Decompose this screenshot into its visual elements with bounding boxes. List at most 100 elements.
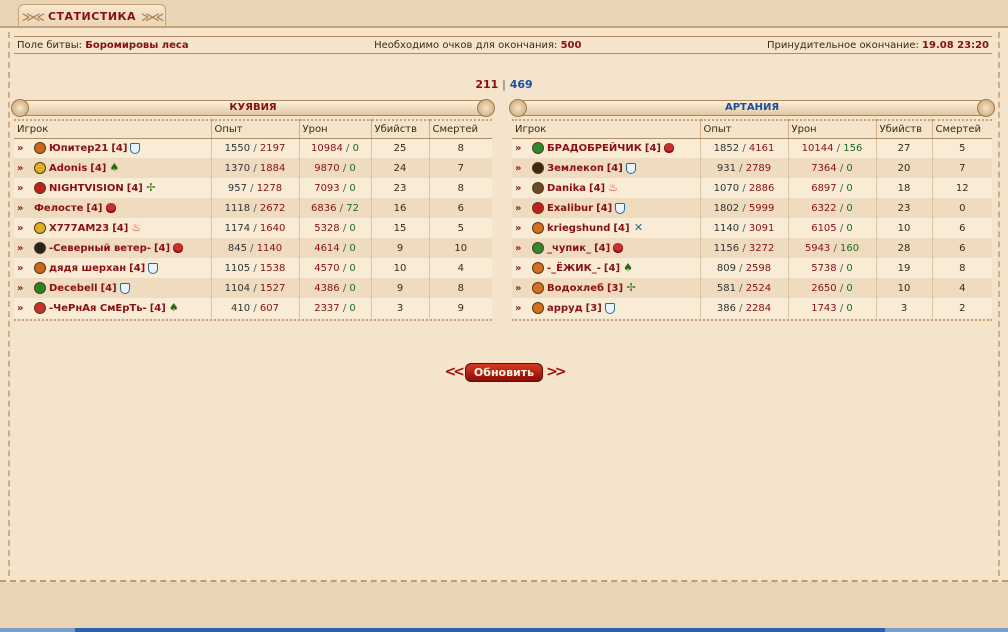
kills-cell: 27 [875, 138, 932, 158]
info-arrows-icon[interactable]: » [17, 143, 31, 154]
tab-statistics[interactable]: ≫≪ СТАТИСТИКА ≫≪ [18, 4, 166, 28]
player-name[interactable]: -Северный ветер- [49, 243, 151, 254]
col-exp[interactable]: Опыт [210, 119, 299, 139]
col-deaths[interactable]: Смертей [931, 119, 992, 139]
col-player[interactable]: Игрок [512, 119, 700, 139]
info-arrows-icon[interactable]: » [515, 163, 529, 174]
info-arrows-icon[interactable]: » [515, 183, 529, 194]
info-arrows-icon[interactable]: » [17, 183, 31, 194]
col-deaths[interactable]: Смертей [428, 119, 492, 139]
orange-drop-icon[interactable] [34, 262, 46, 274]
info-arrows-icon[interactable]: » [515, 203, 529, 214]
cross-emblem-icon[interactable] [532, 182, 544, 194]
exp-sep: / [739, 282, 743, 294]
info-arrows-icon[interactable]: » [17, 283, 31, 294]
tree-icon: ♠ [623, 261, 633, 274]
player-name[interactable]: Землекоп [547, 163, 604, 174]
info-arrows-icon[interactable]: » [515, 283, 529, 294]
swords-icon: ✕ [633, 221, 644, 234]
player-name[interactable]: X777AM23 [49, 223, 109, 234]
player-name[interactable]: kriegshund [547, 223, 610, 234]
orange-emblem-icon[interactable] [532, 222, 544, 234]
col-damage[interactable]: Урон [298, 119, 371, 139]
orange-emblem-icon[interactable] [532, 282, 544, 294]
kills-cell: 3 [370, 298, 429, 318]
col-damage[interactable]: Урон [787, 119, 876, 139]
damage-cell: 5943 / 160 [787, 238, 876, 258]
team-score: 211 | 469 [0, 78, 1008, 91]
player-name[interactable]: дядя шерхан [49, 263, 126, 274]
tab-ornament-left: ≫≪ [21, 9, 45, 24]
player-name[interactable]: NIGHTVISION [49, 183, 124, 194]
exp-current: 1156 [713, 242, 740, 254]
info-arrows-icon[interactable]: » [17, 303, 31, 314]
green-emblem-icon[interactable] [532, 242, 544, 254]
exp-cell: 410 / 607 [210, 298, 299, 318]
crown-icon[interactable] [532, 162, 544, 174]
exp-cell: 581 / 2524 [699, 278, 788, 298]
refresh-button[interactable]: Обновить [464, 362, 544, 382]
orange-emblem-icon[interactable] [532, 262, 544, 274]
player-name[interactable]: арруд [547, 303, 583, 314]
info-arrows-icon[interactable]: » [515, 303, 529, 314]
green-shield-icon[interactable] [34, 282, 46, 294]
player-cell: » Danika [4] ♨ [512, 178, 700, 198]
orange-emblem-icon[interactable] [532, 302, 544, 314]
feather-icon[interactable] [34, 242, 46, 254]
orange-drop-icon[interactable] [34, 142, 46, 155]
player-name[interactable]: Фелосте [34, 203, 83, 214]
green-emblem-icon[interactable] [532, 142, 544, 155]
damage-dealt: 5943 [804, 242, 831, 254]
team-rows: » Юпитер21 [4] 1550 / 2197 10984 / 0 25 8» Adon… [14, 138, 492, 318]
exp-cell: 1140 / 3091 [699, 218, 788, 238]
exp-total: 1538 [259, 262, 286, 274]
player-name[interactable]: Водохлеб [547, 283, 604, 294]
player-cell: » kriegshund [4] ✕ [512, 218, 700, 238]
info-arrows-icon[interactable]: » [17, 203, 31, 214]
player-name[interactable]: Adonis [49, 163, 87, 174]
info-arrows-icon[interactable]: » [17, 163, 31, 174]
kills-cell: 16 [370, 198, 429, 218]
table-row: » -Северный ветер- [4] 845 / 1140 4614 / 091… [14, 238, 492, 258]
info-arrows-icon[interactable]: » [515, 223, 529, 234]
crest-icon[interactable] [34, 302, 46, 314]
red-shield-icon[interactable] [532, 202, 544, 214]
col-kills[interactable]: Убийств [370, 119, 429, 139]
player-cell: » Землекоп [4] [512, 158, 700, 178]
exp-current: 1140 [713, 222, 740, 234]
info-arrows-icon[interactable]: » [515, 263, 529, 274]
player-level: [4] [589, 182, 606, 194]
kills-cell: 25 [370, 138, 429, 158]
damage-healed: 72 [346, 202, 359, 214]
spartan-helmet-icon[interactable] [34, 182, 46, 194]
player-name[interactable]: -_ЁЖИК_- [547, 263, 601, 274]
damage-sep: / [839, 282, 844, 294]
player-name[interactable]: Exalibur [547, 203, 593, 214]
info-arrows-icon[interactable]: » [515, 243, 529, 254]
player-name[interactable]: Юпитер21 [49, 143, 108, 154]
damage-cell: 5328 / 0 [298, 218, 371, 238]
lightning-emblem-icon[interactable] [34, 162, 46, 174]
col-exp[interactable]: Опыт [699, 119, 788, 139]
col-player[interactable]: Игрок [14, 119, 211, 139]
statistics-panel: Поле битвы: Боромировы леса Необходимо о… [0, 26, 1008, 582]
player-name[interactable]: -ЧеРнАя СмЕрТь- [49, 303, 147, 314]
player-name[interactable]: Decebell [49, 283, 98, 294]
info-arrows-icon[interactable]: » [17, 243, 31, 254]
player-cell: » Водохлеб [3] ✢ [512, 278, 700, 298]
exp-current: 1118 [224, 202, 251, 214]
player-name[interactable]: Danika [547, 183, 586, 194]
exp-sep: / [739, 302, 743, 314]
damage-dealt: 4614 [314, 242, 340, 254]
player-name[interactable]: БРАДОБРЕЙЧИК [547, 143, 642, 154]
info-arrows-icon[interactable]: » [515, 143, 529, 154]
exp-sep: / [742, 222, 746, 234]
info-arrows-icon[interactable]: » [17, 263, 31, 274]
info-arrows-icon[interactable]: » [17, 223, 31, 234]
exp-total: 2598 [745, 262, 772, 274]
lightning-emblem-icon[interactable] [34, 222, 46, 234]
player-level: [4] [594, 242, 611, 254]
skull-icon [663, 143, 674, 154]
player-name[interactable]: _чупик_ [547, 243, 591, 254]
col-kills[interactable]: Убийств [875, 119, 932, 139]
